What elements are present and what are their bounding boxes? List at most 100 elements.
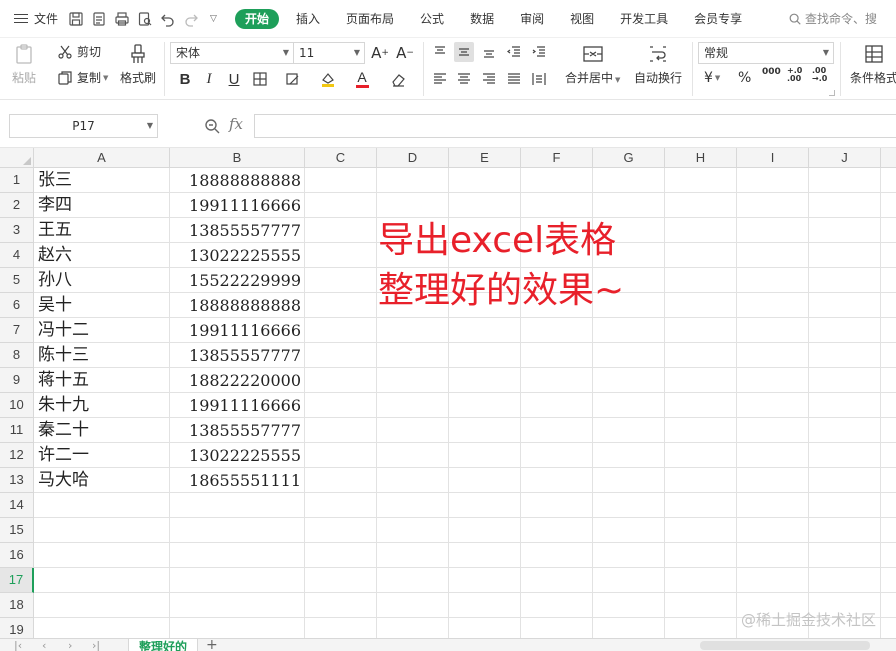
row-header-18[interactable]: 18	[0, 593, 34, 618]
select-all-corner[interactable]	[0, 148, 34, 168]
row-header-12[interactable]: 12	[0, 443, 34, 468]
name-box[interactable]: P17 ▼	[9, 114, 158, 138]
indent-decrease-icon[interactable]	[504, 42, 524, 62]
row-header-13[interactable]: 13	[0, 468, 34, 493]
column-header-f[interactable]: F	[521, 148, 593, 168]
decimal-decrease-button[interactable]: .00 →.0	[812, 67, 827, 83]
row-header-2[interactable]: 2	[0, 193, 34, 218]
tab-review[interactable]: 审阅	[507, 9, 557, 29]
align-top-icon[interactable]	[430, 42, 450, 62]
cell-a9[interactable]: 蒋十五	[38, 368, 89, 393]
row-header-1[interactable]: 1	[0, 168, 34, 193]
add-sheet-button[interactable]: +	[206, 638, 218, 651]
increase-font-icon[interactable]: A+	[370, 43, 390, 63]
column-header-i[interactable]: I	[737, 148, 809, 168]
cell-b12[interactable]: 13022225555	[170, 443, 301, 468]
column-header-c[interactable]: C	[305, 148, 377, 168]
row-header-5[interactable]: 5	[0, 268, 34, 293]
tab-view[interactable]: 视图	[557, 9, 607, 29]
italic-icon[interactable]: I	[199, 69, 219, 89]
tab-page-layout[interactable]: 页面布局	[333, 9, 407, 29]
row-header-3[interactable]: 3	[0, 218, 34, 243]
column-header-a[interactable]: A	[34, 148, 170, 168]
print-preview-icon[interactable]	[135, 9, 154, 28]
wrap-text-button[interactable]: 自动换行	[634, 43, 682, 86]
currency-button[interactable]: ¥ ▼	[704, 70, 720, 86]
row-header-6[interactable]: 6	[0, 293, 34, 318]
cell-a3[interactable]: 王五	[38, 218, 72, 243]
command-search[interactable]: 查找命令、搜	[788, 10, 896, 27]
cell-a1[interactable]: 张三	[38, 168, 72, 193]
cell-b10[interactable]: 19911116666	[170, 393, 301, 418]
cell-a8[interactable]: 陈十三	[38, 343, 89, 368]
decimal-increase-button[interactable]: +.0 .00	[787, 67, 802, 83]
insert-function-icon[interactable]: fx	[229, 115, 243, 133]
cell-a11[interactable]: 秦二十	[38, 418, 89, 443]
number-format-select[interactable]: 常规 ▼	[698, 42, 834, 64]
font-family-select[interactable]: 宋体 ▼	[170, 42, 294, 64]
row-header-15[interactable]: 15	[0, 518, 34, 543]
justify-icon[interactable]	[504, 69, 524, 89]
cell-a13[interactable]: 马大哈	[38, 468, 89, 493]
merge-center-button[interactable]: 合并居中▼	[565, 43, 620, 86]
cell-b2[interactable]: 19911116666	[170, 193, 301, 218]
number-dialog-launcher[interactable]	[829, 90, 835, 96]
percent-button[interactable]: %	[738, 70, 751, 86]
cell-a2[interactable]: 李四	[38, 193, 72, 218]
cell-b8[interactable]: 13855557777	[170, 343, 301, 368]
cell-b7[interactable]: 19911116666	[170, 318, 301, 343]
row-header-8[interactable]: 8	[0, 343, 34, 368]
row-header-7[interactable]: 7	[0, 318, 34, 343]
last-sheet-icon[interactable]: ›|	[92, 639, 100, 651]
row-header-19[interactable]: 19	[0, 618, 34, 638]
column-header-e[interactable]: E	[449, 148, 521, 168]
sheet-tab-active[interactable]: 整理好的	[128, 638, 198, 651]
cell-b13[interactable]: 18655551111	[170, 468, 301, 493]
tab-member[interactable]: 会员专享	[681, 9, 755, 29]
undo-icon[interactable]	[158, 9, 177, 28]
cell-a12[interactable]: 许二一	[38, 443, 89, 468]
column-header-g[interactable]: G	[593, 148, 665, 168]
thousands-button[interactable]: 000	[762, 67, 781, 77]
cell-b5[interactable]: 15522229999	[170, 268, 301, 293]
align-middle-icon[interactable]	[454, 42, 474, 62]
copy-button[interactable]: 复制 ▼	[57, 69, 108, 86]
spreadsheet-grid[interactable]: A B C D E F G H I J 1 2 3 4 5 6 7 8 9 10…	[0, 148, 896, 638]
align-center-icon[interactable]	[454, 69, 474, 89]
first-sheet-icon[interactable]: |‹	[14, 639, 22, 651]
formula-input[interactable]	[254, 114, 896, 138]
cell-b1[interactable]: 18888888888	[170, 168, 301, 193]
column-header-h[interactable]: H	[665, 148, 737, 168]
decrease-font-icon[interactable]: A−	[395, 43, 415, 63]
horizontal-scrollbar[interactable]	[700, 641, 870, 650]
cell-a6[interactable]: 吴十	[38, 293, 72, 318]
tab-data[interactable]: 数据	[457, 9, 507, 29]
conditional-format-button[interactable]: 条件格式	[850, 43, 896, 86]
fill-color-icon[interactable]	[318, 69, 338, 89]
row-header-9[interactable]: 9	[0, 368, 34, 393]
column-header-k[interactable]	[881, 148, 896, 168]
cut-button[interactable]: 剪切	[57, 43, 101, 60]
prev-sheet-icon[interactable]: ‹	[42, 639, 46, 651]
bold-icon[interactable]: B	[175, 69, 195, 89]
align-bottom-icon[interactable]	[479, 42, 499, 62]
column-header-j[interactable]: J	[809, 148, 881, 168]
eraser-icon[interactable]	[388, 69, 408, 89]
cell-style-icon[interactable]	[283, 69, 303, 89]
row-header-16[interactable]: 16	[0, 543, 34, 568]
cell-a7[interactable]: 冯十二	[38, 318, 89, 343]
tab-home[interactable]: 开始	[235, 9, 279, 29]
file-menu[interactable]: 文件	[0, 0, 66, 38]
save-icon[interactable]	[66, 9, 85, 28]
border-icon[interactable]	[250, 69, 270, 89]
tab-developer[interactable]: 开发工具	[607, 9, 681, 29]
paste-button[interactable]: 粘贴	[12, 43, 36, 86]
indent-increase-icon[interactable]	[529, 42, 549, 62]
cell-a5[interactable]: 孙八	[38, 268, 72, 293]
tab-formulas[interactable]: 公式	[407, 9, 457, 29]
cell-a10[interactable]: 朱十九	[38, 393, 89, 418]
distributed-icon[interactable]	[529, 69, 549, 89]
print-icon[interactable]	[112, 9, 131, 28]
cell-b9[interactable]: 18822220000	[170, 368, 301, 393]
next-sheet-icon[interactable]: ›	[68, 639, 72, 651]
